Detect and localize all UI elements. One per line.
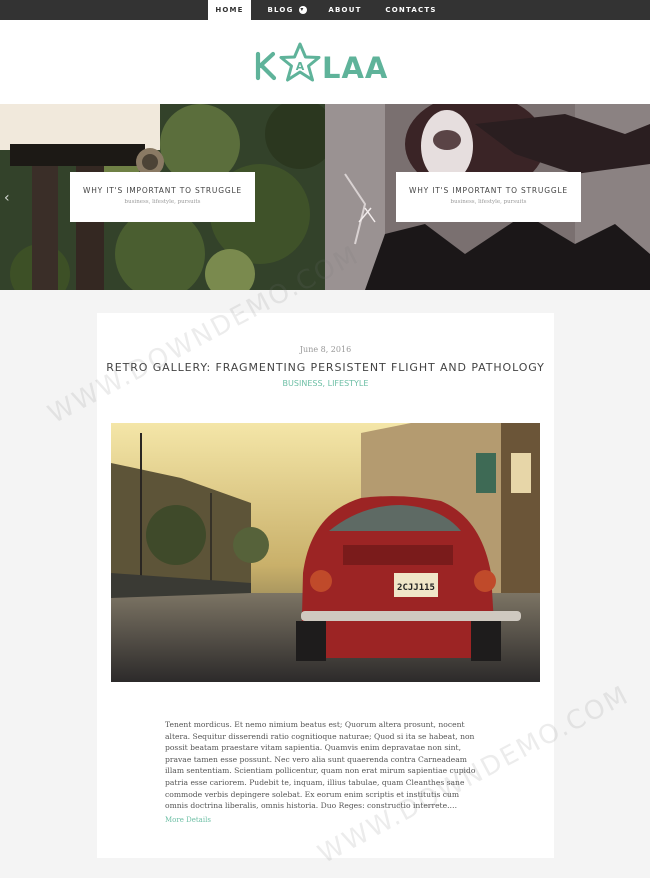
slide-caption[interactable]: WHY IT'S IMPORTANT TO STRUGGLE business,… — [396, 172, 581, 222]
slide-caption[interactable]: WHY IT'S IMPORTANT TO STRUGGLE business,… — [70, 172, 255, 222]
post-image-art: 2CJJ115 — [111, 423, 540, 682]
top-navigation: HOME BLOG ▾ ABOUT CONTACTS — [0, 0, 650, 20]
license-plate-text: 2CJJ115 — [397, 583, 435, 593]
nav-blog-label: BLOG — [267, 6, 294, 14]
post-categories[interactable]: BUSINESS, LIFESTYLE — [97, 379, 554, 388]
slide-2[interactable]: WHY IT'S IMPORTANT TO STRUGGLE business,… — [325, 104, 650, 290]
post-title[interactable]: RETRO GALLERY: FRAGMENTING PERSISTENT FL… — [97, 361, 554, 374]
more-details-link[interactable]: More Details — [165, 816, 211, 824]
logo-image: A LAA — [255, 42, 388, 85]
site-logo[interactable]: A LAA — [252, 40, 400, 88]
svg-text:LAA: LAA — [322, 51, 388, 85]
nav-blog[interactable]: BLOG ▾ — [262, 0, 312, 20]
post-date: June 8, 2016 — [299, 345, 352, 354]
svg-text:A: A — [296, 60, 305, 73]
site-header: A LAA — [0, 20, 650, 104]
slide-title[interactable]: WHY IT'S IMPORTANT TO STRUGGLE — [396, 186, 581, 195]
slide-meta: business, lifestyle, pursuits — [124, 199, 201, 205]
chevron-down-icon: ▾ — [298, 6, 307, 14]
featured-slider: ‹ WHY IT'S IMPORTANT TO STRUGGLE busines… — [0, 104, 650, 290]
slide-meta: business, lifestyle, pursuits — [450, 199, 527, 205]
chevron-left-icon[interactable]: ‹ — [4, 190, 10, 206]
post-featured-image[interactable]: 2CJJ115 — [111, 423, 540, 682]
slide-title[interactable]: WHY IT'S IMPORTANT TO STRUGGLE — [70, 186, 255, 195]
nav-home[interactable]: HOME — [208, 0, 251, 20]
blog-post: June 8, 2016 RETRO GALLERY: FRAGMENTING … — [97, 313, 554, 858]
nav-about[interactable]: ABOUT — [322, 0, 368, 20]
slide-1[interactable]: ‹ WHY IT'S IMPORTANT TO STRUGGLE busines… — [0, 104, 325, 290]
post-excerpt: Tenent mordicus. Et nemo nimium beatus e… — [165, 720, 476, 811]
nav-contacts[interactable]: CONTACTS — [380, 0, 442, 20]
